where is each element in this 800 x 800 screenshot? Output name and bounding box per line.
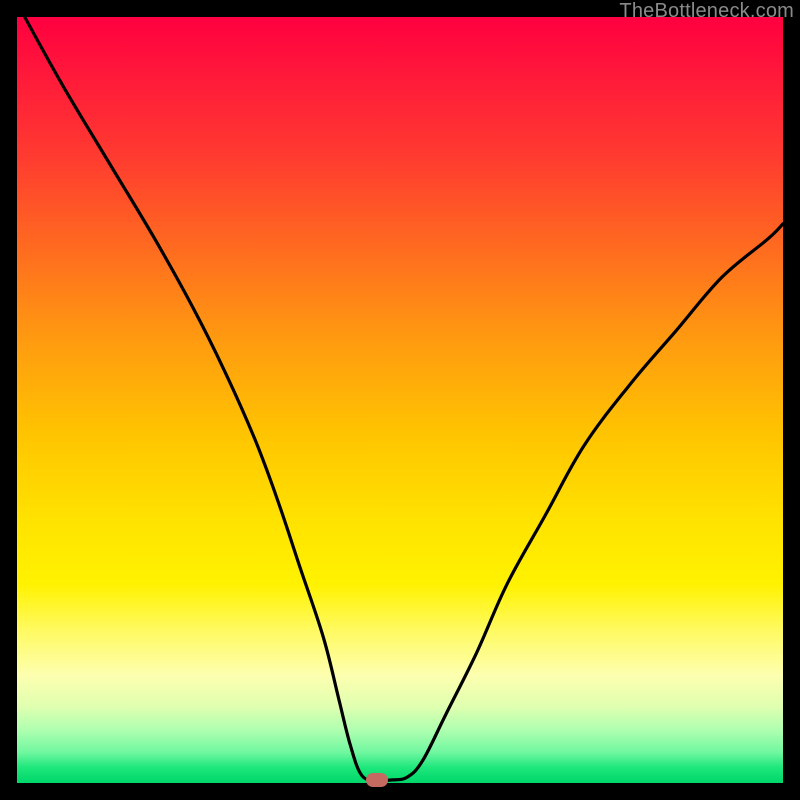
- chart-canvas: TheBottleneck.com: [0, 0, 800, 800]
- curve-svg: [17, 17, 783, 783]
- plot-area: [17, 17, 783, 783]
- minimum-marker: [366, 773, 388, 787]
- bottleneck-curve: [25, 17, 783, 780]
